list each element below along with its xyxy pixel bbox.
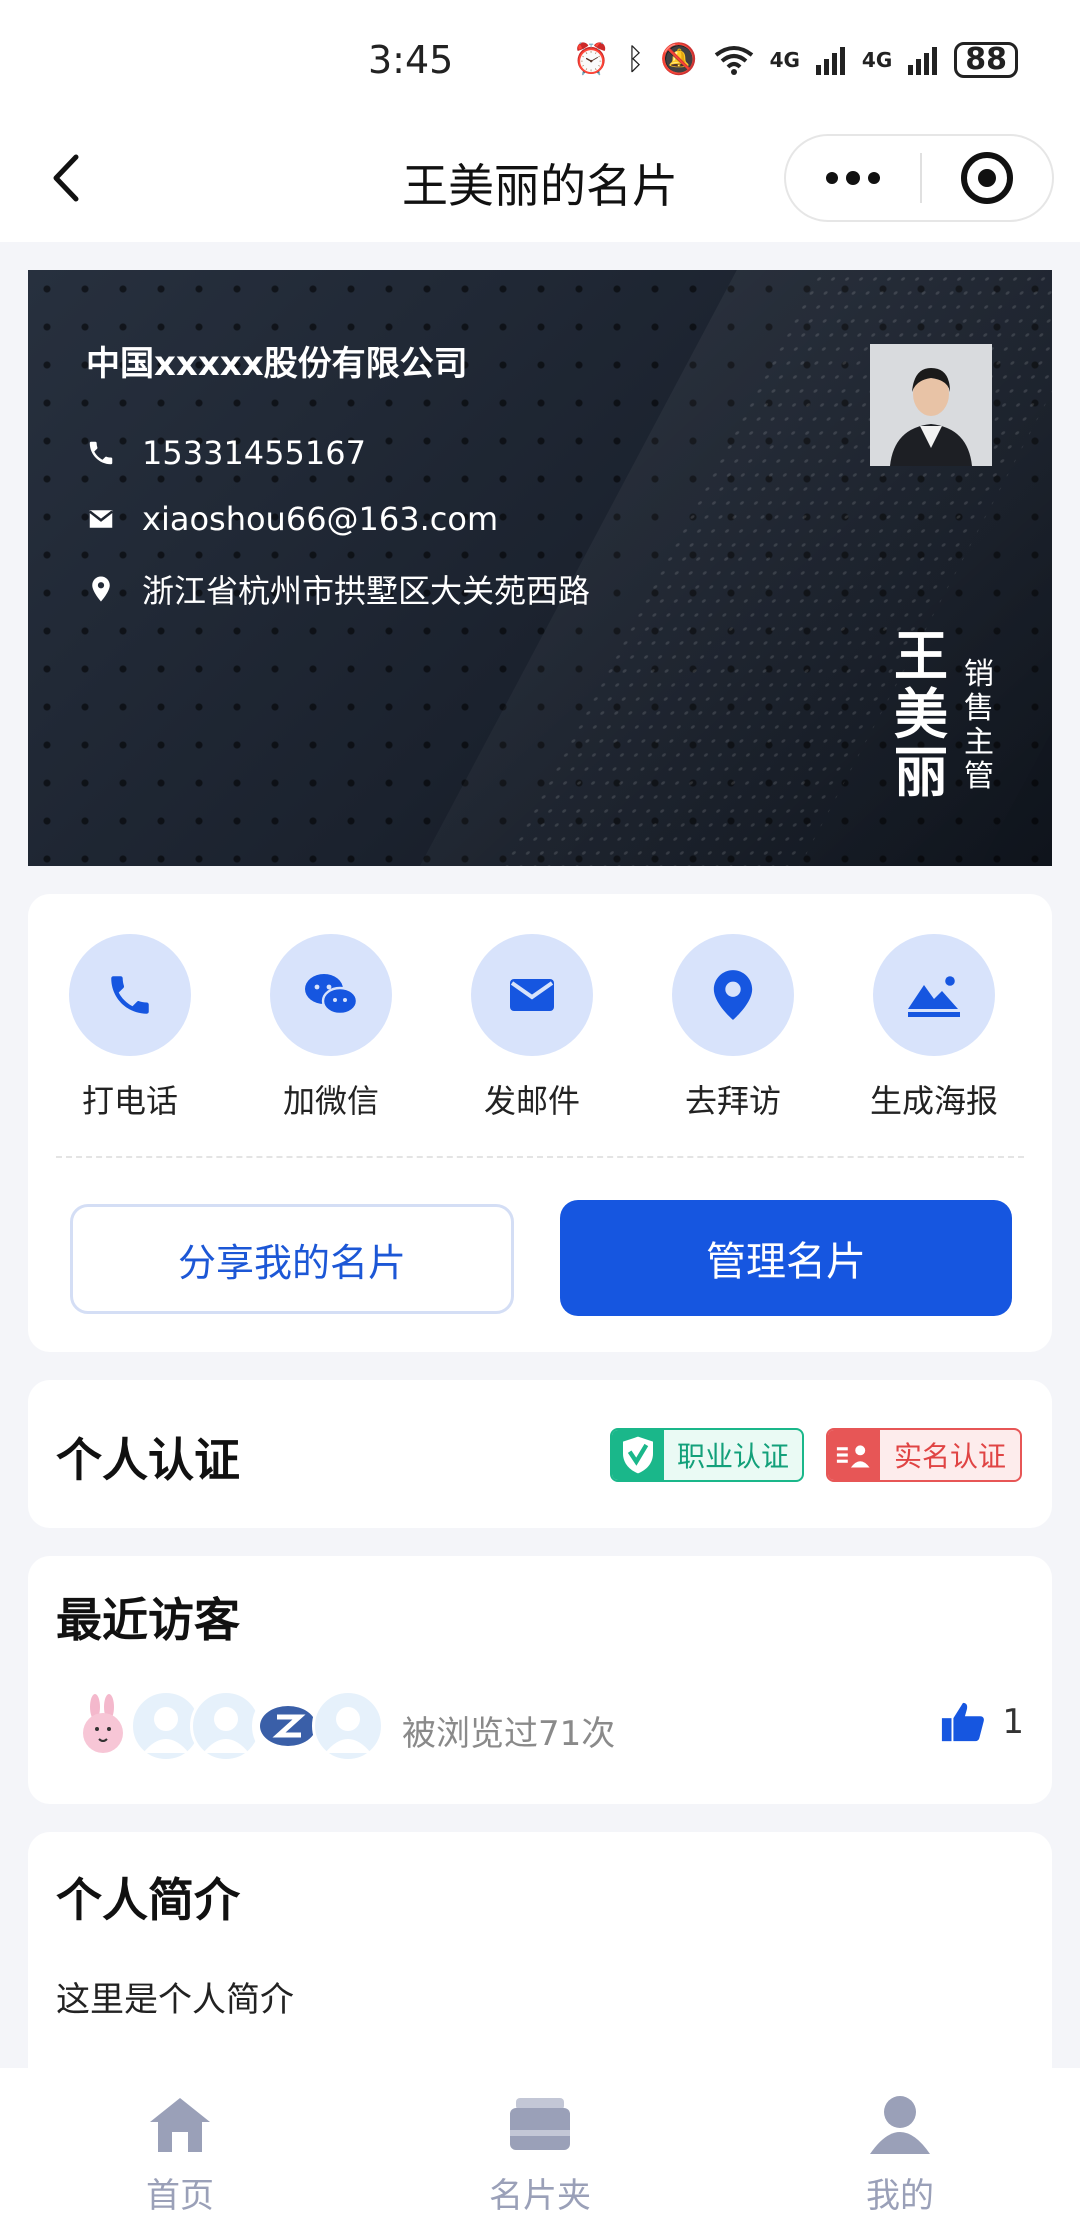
poster-action-circle	[873, 934, 995, 1056]
mute-icon: 🔕	[660, 42, 698, 77]
share-card-button[interactable]: 分享我的名片	[70, 1204, 514, 1314]
home-icon	[150, 2098, 210, 2152]
more-dots-icon	[868, 172, 880, 184]
name-char: 王	[894, 625, 948, 688]
realname-cert-label: 实名认证	[893, 1440, 1006, 1473]
business-card: 中国xxxxx股份有限公司 15331455167 xiaoshou66@163…	[28, 270, 1052, 866]
poster-action[interactable]: 生成海报	[854, 934, 1014, 1122]
title-char: 售	[964, 691, 994, 726]
visit-action[interactable]: 去拜访	[653, 934, 813, 1122]
professional-cert-label: 职业认证	[676, 1440, 789, 1473]
user-icon	[870, 2096, 930, 2154]
card-address-row[interactable]: 浙江省杭州市拱墅区大关苑西路	[86, 566, 590, 612]
wifi-icon	[714, 46, 753, 75]
intro-title: 个人简介	[56, 1873, 240, 1927]
signal-bars-icon	[908, 47, 938, 75]
like-count: 1	[1002, 1702, 1024, 1742]
call-action-label: 打电话	[81, 1082, 178, 1120]
card-email-row[interactable]: xiaoshou66@163.com	[86, 500, 498, 538]
visit-action-circle	[672, 934, 794, 1056]
signal-4g-1: 4G	[769, 48, 800, 72]
email-action-label: 发邮件	[483, 1082, 580, 1120]
visit-action-label: 去拜访	[684, 1082, 781, 1120]
shield-check-icon	[612, 1430, 664, 1480]
name-char: 美	[894, 683, 948, 746]
tab-mine-label: 我的	[866, 2176, 934, 2216]
profile-photo	[870, 344, 992, 466]
signal-bars-icon	[815, 47, 845, 75]
more-dots-icon	[826, 172, 838, 184]
mail-icon	[88, 510, 114, 528]
mail-icon	[510, 979, 554, 1011]
person-photo-icon	[870, 344, 992, 466]
recent-visitors-section: 最近访客 被浏览过71次 1	[28, 1556, 1052, 1804]
card-person-name: 王 美 丽	[894, 628, 948, 802]
phone-icon	[89, 441, 113, 465]
visitor-avatar-list[interactable]	[68, 1690, 408, 1766]
wechat-icon	[305, 974, 359, 1016]
card-job-title: 销 售 主 管	[962, 658, 996, 794]
miniprogram-capsule	[784, 134, 1054, 222]
target-dot	[978, 169, 996, 187]
title-char: 主	[964, 725, 994, 760]
like-button[interactable]: 1	[940, 1700, 1024, 1744]
default-avatar-icon	[203, 1707, 249, 1753]
name-char: 丽	[894, 741, 948, 804]
phone-icon	[111, 976, 149, 1014]
card-address: 浙江省杭州市拱墅区大关苑西路	[142, 572, 591, 610]
close-miniprogram-button[interactable]	[922, 152, 1052, 204]
view-count: 被浏览过71次	[402, 1714, 616, 1754]
thumbs-up-icon	[942, 1702, 985, 1742]
card-phone-row[interactable]: 15331455167	[86, 434, 366, 472]
battery-indicator: 88	[954, 42, 1018, 78]
call-action-circle	[69, 934, 191, 1056]
card-holder-icon	[510, 2098, 570, 2150]
email-action[interactable]: 发邮件	[452, 934, 612, 1122]
intro-text: 这里是个人简介	[56, 1980, 294, 2020]
visitors-title: 最近访客	[56, 1593, 240, 1647]
visitor-avatar	[312, 1690, 384, 1762]
call-action[interactable]: 打电话	[50, 934, 210, 1122]
status-bar: 3:45 ⏰ ᛒ 🔕 4G 4G 88	[0, 0, 1080, 120]
wechat-action-circle	[270, 934, 392, 1056]
realname-cert-badge[interactable]: 实名认证	[826, 1428, 1022, 1482]
status-time: 3:45	[368, 38, 454, 82]
poster-action-label: 生成海报	[869, 1082, 998, 1120]
tab-card-holder[interactable]: 名片夹	[460, 2094, 620, 2217]
wechat-action-label: 加微信	[282, 1082, 379, 1120]
signal-4g-2: 4G	[861, 48, 893, 72]
title-char: 管	[964, 759, 994, 794]
wechat-action[interactable]: 加微信	[251, 934, 411, 1122]
company-name: 中国xxxxx股份有限公司	[86, 344, 468, 384]
bottom-tab-bar: 首页 名片夹 我的	[0, 2068, 1080, 2228]
default-avatar-icon	[325, 1707, 371, 1753]
more-button[interactable]	[786, 136, 920, 220]
tab-home[interactable]: 首页	[100, 2094, 260, 2217]
target-icon	[961, 152, 1013, 204]
id-card-icon	[828, 1430, 880, 1480]
title-char: 销	[964, 657, 994, 692]
actions-panel: 打电话 加微信 发邮件 去拜访 生成海报 分享我的名片 管理名片	[28, 894, 1052, 1352]
nav-bar: 王美丽的名片	[0, 120, 1080, 242]
card-email: xiaoshou66@163.com	[142, 500, 499, 538]
manage-card-button[interactable]: 管理名片	[560, 1200, 1012, 1316]
tab-home-label: 首页	[146, 2176, 214, 2216]
tab-card-holder-label: 名片夹	[489, 2176, 591, 2216]
alarm-icon: ⏰	[572, 42, 611, 77]
location-pin-icon	[92, 576, 110, 602]
certification-section: 个人认证 职业认证 实名认证	[28, 1380, 1052, 1528]
location-icon	[713, 970, 753, 1020]
bluetooth-icon: ᛒ	[626, 42, 645, 77]
more-dots-icon	[846, 171, 860, 185]
email-action-circle	[471, 934, 593, 1056]
professional-cert-badge[interactable]: 职业认证	[610, 1428, 804, 1482]
tab-mine[interactable]: 我的	[820, 2094, 980, 2217]
status-icons: ⏰ ᛒ 🔕 4G 4G 88	[573, 42, 1018, 78]
certification-title: 个人认证	[56, 1433, 240, 1487]
divider	[56, 1156, 1024, 1158]
poster-icon	[908, 976, 960, 1017]
card-phone-number: 15331455167	[142, 434, 366, 472]
rabbit-avatar-icon	[83, 1694, 123, 1753]
